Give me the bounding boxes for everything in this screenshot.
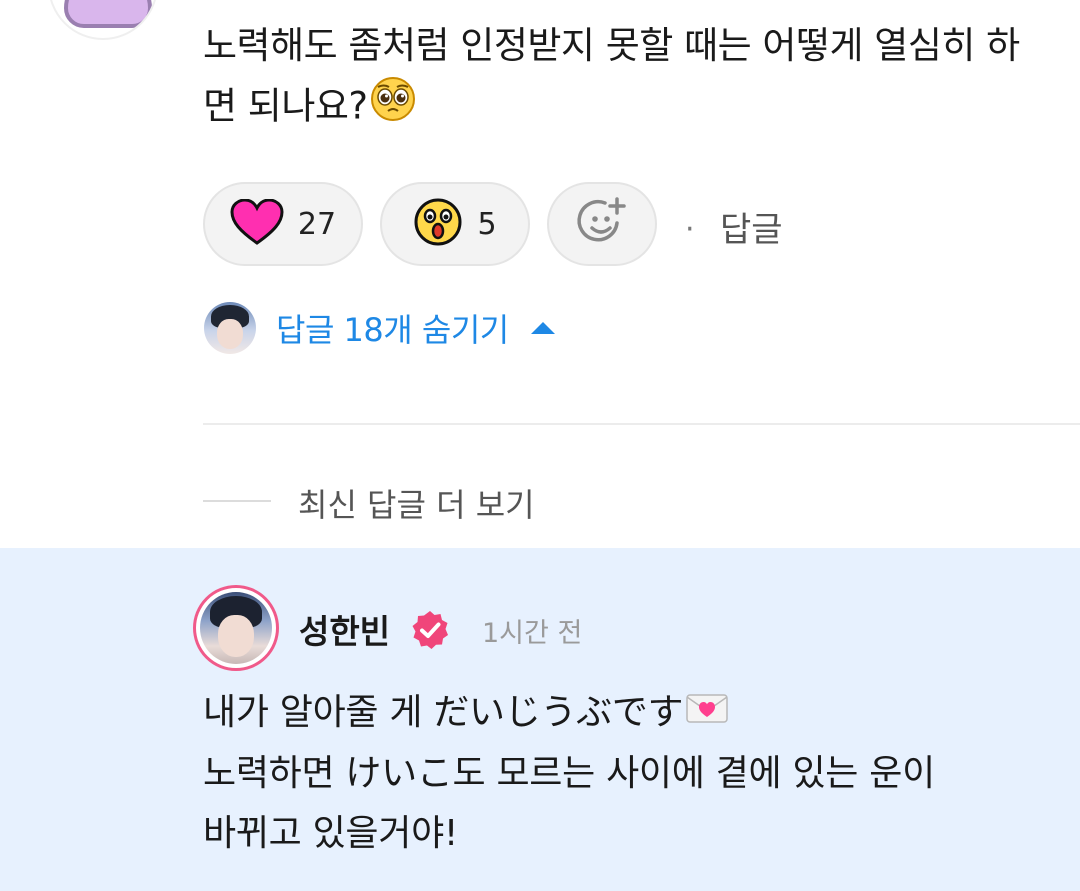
pleading-face-emoji xyxy=(370,76,416,140)
hide-replies-toggle[interactable]: 답글 18개 숨기기 xyxy=(204,300,555,356)
reply-author-avatar-large[interactable] xyxy=(193,585,279,671)
comment-text: 노력해도 좀처럼 인정받지 못할 때는 어떻게 열심히 하면 되나요? xyxy=(203,24,1020,128)
chevron-up-icon xyxy=(530,322,555,334)
separator-dot: · xyxy=(685,212,695,247)
surprised-face-icon xyxy=(413,197,463,251)
surprised-count: 5 xyxy=(477,206,497,242)
surprised-reaction-button[interactable]: 5 xyxy=(380,182,530,266)
more-replies-line xyxy=(203,500,271,502)
reply-author-avatar xyxy=(204,302,256,354)
love-letter-emoji xyxy=(685,684,729,744)
divider xyxy=(203,423,1080,425)
reply-line-1: 내가 알아줄 게 だいじうぶです xyxy=(203,683,1053,744)
add-reaction-icon xyxy=(575,195,629,253)
reply-author-name[interactable]: 성한빈 xyxy=(299,605,390,653)
load-latest-replies-button[interactable]: 최신 답글 더 보기 xyxy=(298,480,535,526)
reply-line-1-text: 내가 알아줄 게 だいじうぶです xyxy=(203,692,684,733)
reply-body: 내가 알아줄 게 だいじうぶです 노력하면 けいこ도 모르는 사이에 곁에 있는… xyxy=(203,683,1053,864)
reply-line-3: 바뀌고 있을거야! xyxy=(203,813,459,854)
hide-replies-label: 답글 18개 숨기기 xyxy=(276,311,509,349)
heart-count: 27 xyxy=(297,206,337,242)
comment-body: 노력해도 좀처럼 인정받지 못할 때는 어떻게 열심히 하면 되나요? xyxy=(203,16,1053,140)
heart-reaction-button[interactable]: 27 xyxy=(203,182,363,266)
commenter-avatar[interactable] xyxy=(48,0,158,40)
heart-icon xyxy=(230,198,284,249)
verified-badge-icon xyxy=(409,609,451,655)
avatar-character-image xyxy=(64,0,152,28)
reply-line-2: 노력하면 けいこ도 모르는 사이에 곁에 있는 운이 xyxy=(203,753,935,794)
add-reaction-button[interactable] xyxy=(547,182,657,266)
reply-button[interactable]: 답글 xyxy=(720,202,783,251)
reply-timestamp: 1시간 전 xyxy=(482,618,583,649)
